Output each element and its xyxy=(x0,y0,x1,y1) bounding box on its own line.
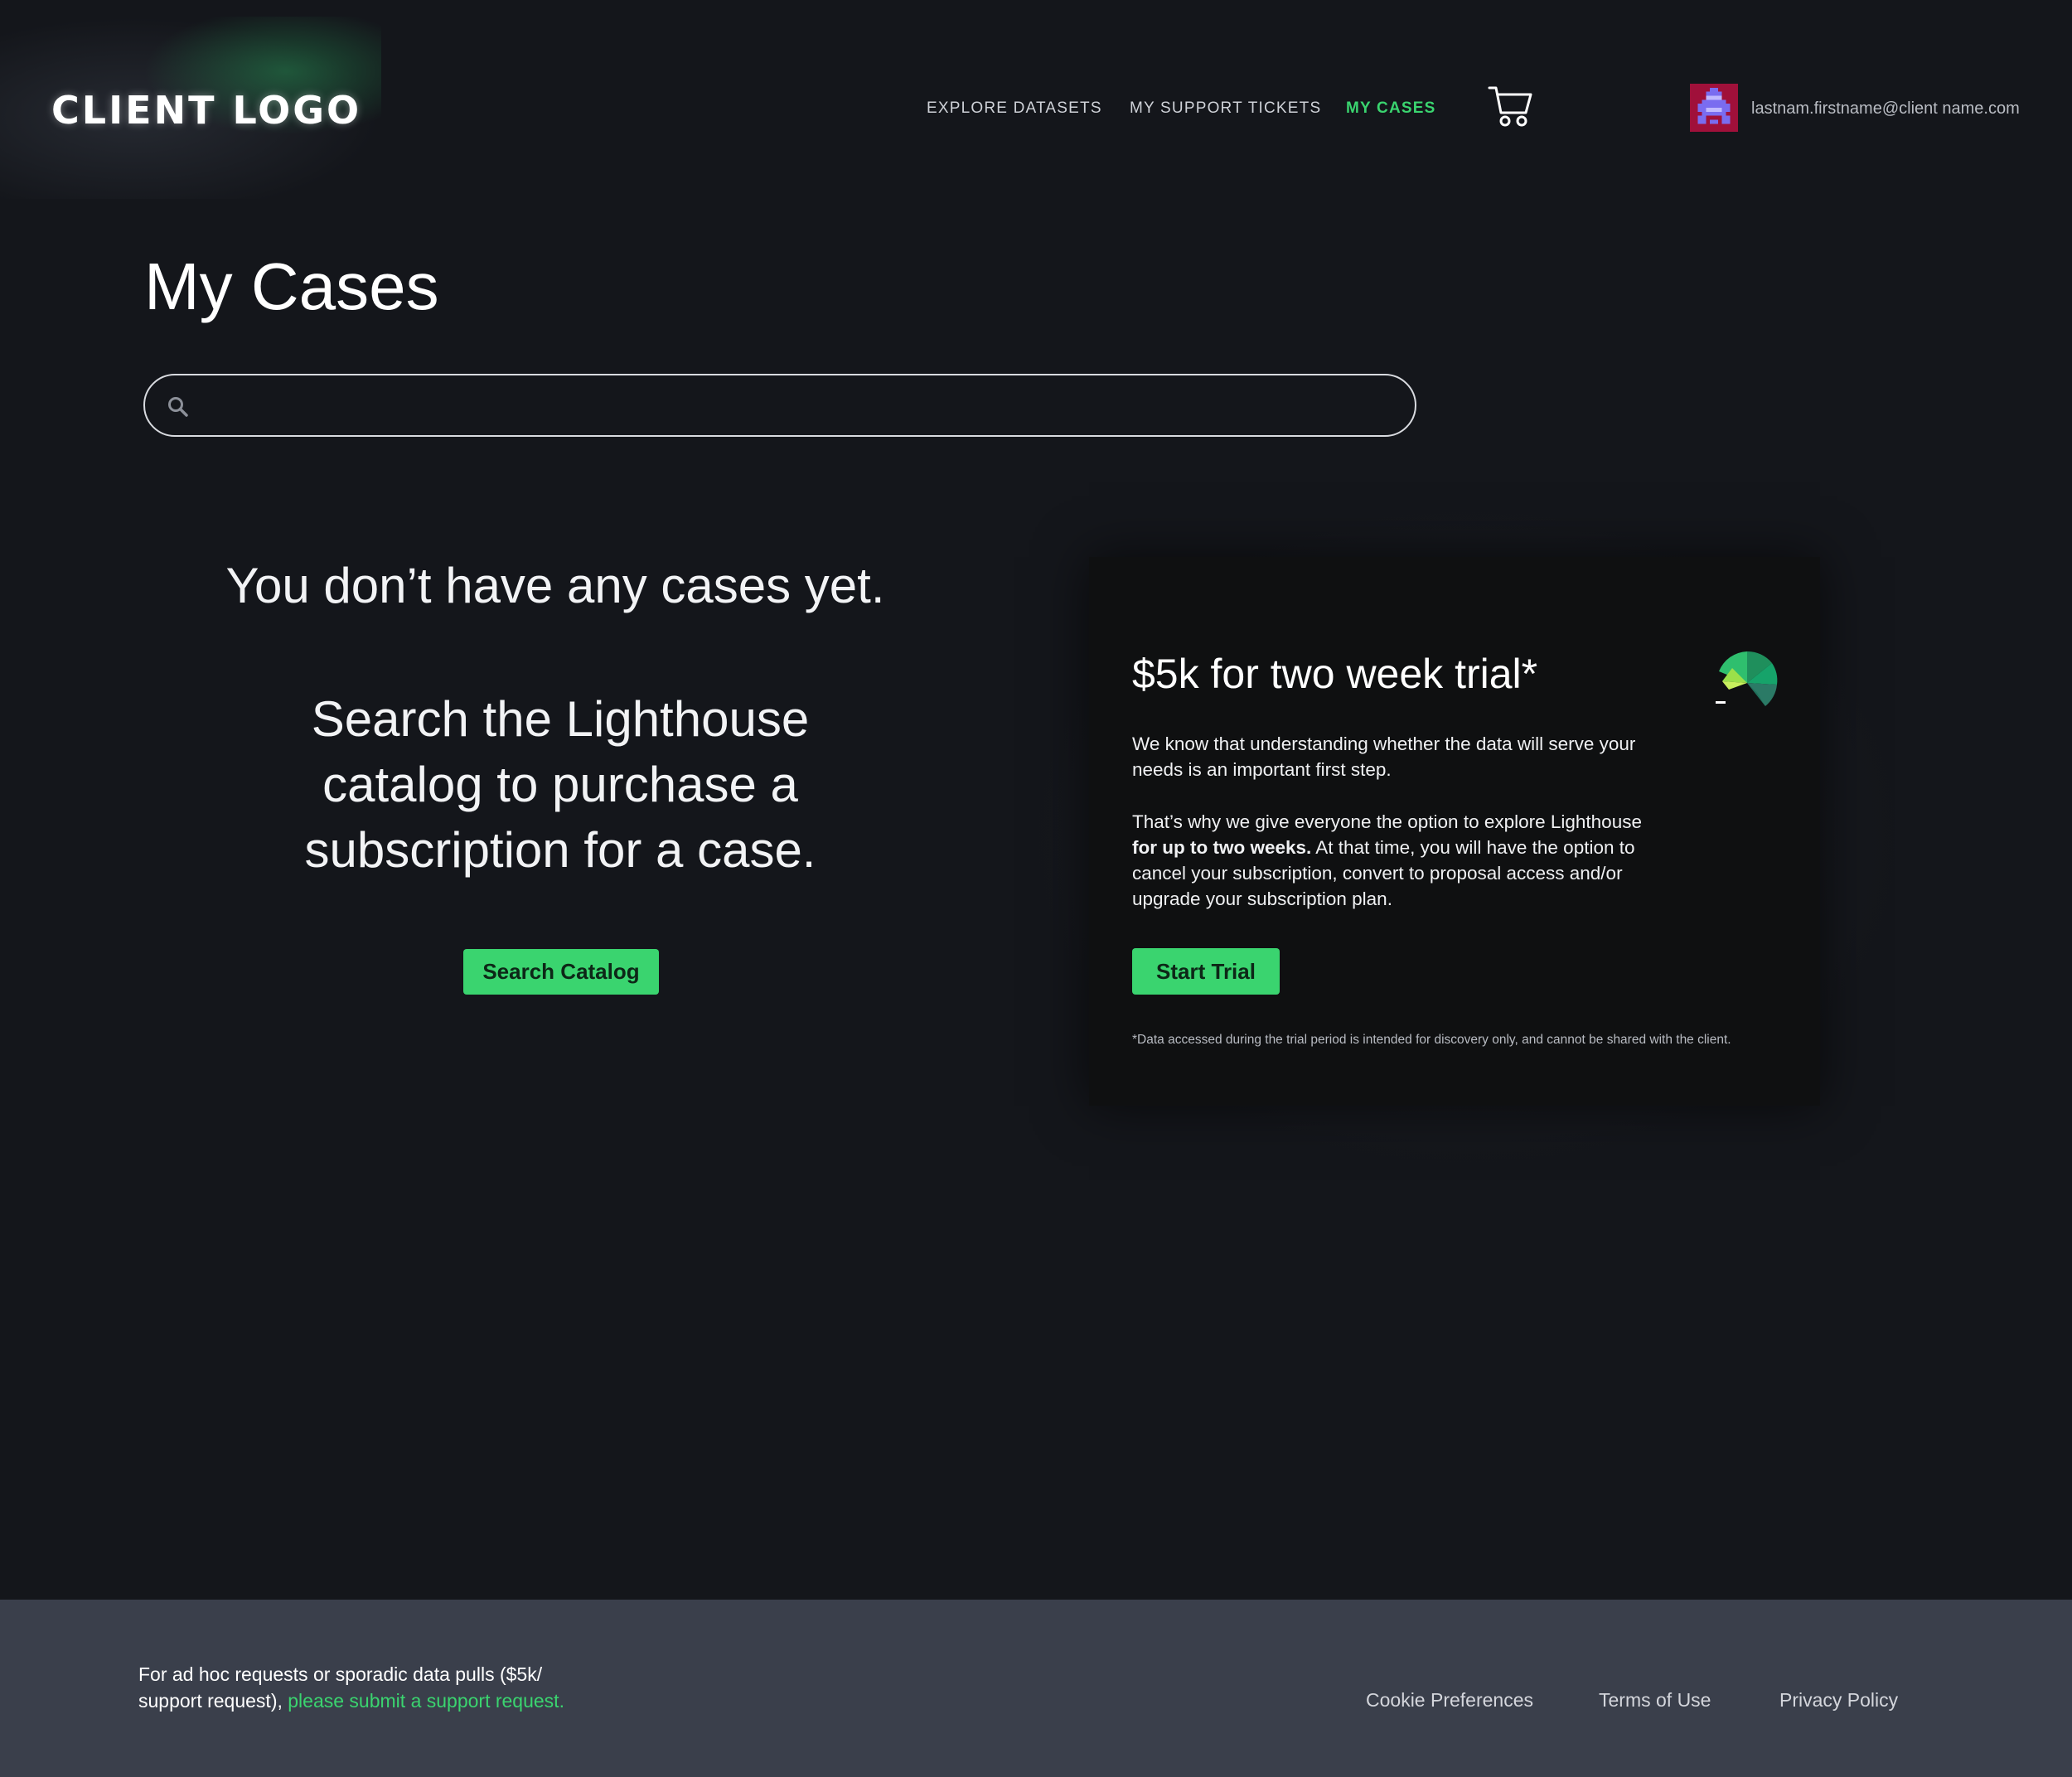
search-icon xyxy=(168,397,188,417)
footer-support-text: For ad hoc requests or sporadic data pul… xyxy=(138,1663,564,1712)
search-bar[interactable] xyxy=(143,374,1416,437)
trial-card: $5k for two week trial* We know that und… xyxy=(1089,557,1820,1106)
footer: For ad hoc requests or sporadic data pul… xyxy=(0,1600,2072,1777)
shopping-cart-icon[interactable] xyxy=(1488,83,1534,129)
empty-state-subtitle: Search the Lighthouse catalog to purchas… xyxy=(304,691,816,878)
trial-card-title: $5k for two week trial* xyxy=(1132,651,1538,697)
user-avatar[interactable] xyxy=(1690,83,1738,133)
trial-card-paragraph-2: That’s why we give everyone the option t… xyxy=(1132,811,1642,909)
start-trial-button[interactable]: Start Trial xyxy=(1132,948,1280,995)
user-email[interactable]: lastnam.firstname@client name.com xyxy=(1751,99,2020,119)
nav-my-support-tickets[interactable]: MY SUPPORT TICKETS xyxy=(1130,99,1321,118)
nav-explore-datasets[interactable]: EXPLORE DATASETS xyxy=(927,99,1102,118)
search-input[interactable] xyxy=(203,384,1383,429)
page-title: My Cases xyxy=(144,249,439,323)
nav-my-cases[interactable]: MY CASES xyxy=(1346,99,1436,118)
trial-card-footnote: *Data accessed during the trial period i… xyxy=(1132,1033,1731,1047)
client-logo[interactable]: CLIENT LOGO xyxy=(51,88,361,133)
search-catalog-button[interactable]: Search Catalog xyxy=(463,949,659,995)
lighthouse-logo-icon xyxy=(1716,651,1778,706)
trial-card-paragraph-1: We know that understanding whether the d… xyxy=(1132,734,1636,780)
privacy-policy-link[interactable]: Privacy Policy xyxy=(1779,1689,1898,1712)
cookie-preferences-link[interactable]: Cookie Preferences xyxy=(1366,1689,1533,1712)
terms-of-use-link[interactable]: Terms of Use xyxy=(1599,1689,1711,1712)
empty-state-title: You don’t have any cases yet. xyxy=(225,558,885,613)
support-request-link[interactable]: please submit a support request. xyxy=(288,1690,564,1712)
